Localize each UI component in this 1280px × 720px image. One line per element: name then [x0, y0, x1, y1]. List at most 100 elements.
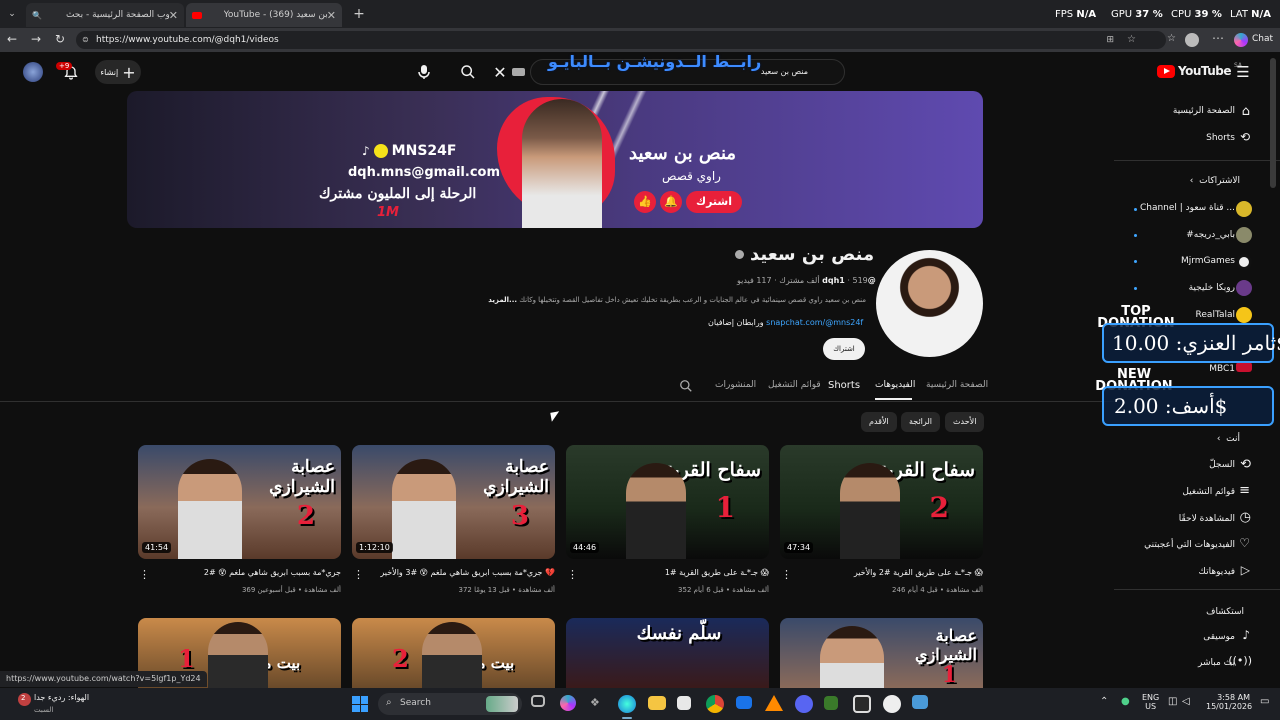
video-title[interactable]: جـ*ـة على طريق القرية #1 😱 — [665, 568, 769, 577]
video-thumbnail[interactable]: عصابة الشيرازي 1 — [780, 618, 983, 688]
split-screen-icon[interactable]: ⊞ — [1106, 31, 1114, 49]
site-info-icon[interactable]: ⊜ — [82, 31, 89, 49]
edge-icon[interactable] — [618, 695, 636, 713]
create-button[interactable]: إنشاء + — [95, 60, 141, 84]
chip-oldest[interactable]: الأقدم — [861, 412, 897, 432]
minecraft-icon[interactable] — [824, 696, 838, 710]
chip-popular[interactable]: الرائجة — [901, 412, 940, 432]
url-field[interactable]: ⊜ https://www.youtube.com/@dqh1/videos ☆… — [76, 31, 1166, 49]
subscription-item[interactable]: Channel | قناة سعود ... — [1140, 203, 1235, 213]
channel-description[interactable]: منص بن سعيد راوي قصص سينمائية في عالم ال… — [465, 296, 866, 304]
close-tab-icon[interactable]: ✕ — [169, 9, 178, 22]
favorite-icon[interactable]: ☆ — [1127, 31, 1136, 49]
video-title[interactable]: جري*مة بسبب ابريق شاهي ملغم 😵 #3 والأخير… — [380, 568, 555, 577]
clock[interactable]: 3:58 AM 15/01/2026 — [1206, 693, 1252, 711]
tab-shorts[interactable]: Shorts — [828, 380, 860, 391]
tray-chevron-icon[interactable]: ⌃ — [1100, 696, 1108, 707]
obs-icon[interactable] — [912, 695, 928, 709]
channel-name: منص بن سعيد — [750, 244, 875, 265]
back-icon[interactable]: ← — [7, 32, 17, 46]
network-icon[interactable]: ◫ — [1168, 696, 1177, 707]
search-button[interactable] — [455, 61, 481, 83]
mail-icon[interactable] — [736, 696, 752, 709]
video-age: قبل أسبوعين — [257, 586, 296, 594]
chat-label[interactable]: Chat — [1252, 34, 1273, 44]
sidebar-item-your-videos[interactable]: فيديوهاتك — [1199, 567, 1235, 577]
copilot-icon[interactable] — [1234, 33, 1248, 47]
channel-search-icon[interactable] — [678, 378, 694, 394]
sidebar-item-liked[interactable]: الفيديوهات التي أعجبتني — [1144, 540, 1235, 550]
store-icon[interactable] — [677, 696, 691, 710]
browser-tab-1[interactable]: 🔍 يوتيوب الصفحة الرئيسية - بحث ✕ — [26, 3, 184, 27]
subscribe-button[interactable]: اشتراك — [823, 338, 865, 360]
task-view-icon[interactable] — [531, 695, 545, 707]
video-menu-icon[interactable]: ⋮ — [781, 568, 792, 581]
more-links[interactable]: ورابطان إضافيان — [708, 318, 764, 327]
video-thumbnail[interactable]: سفاح القرية 1 44:46 — [566, 445, 769, 559]
channel-avatar[interactable] — [876, 250, 983, 357]
subscription-item[interactable]: روبكا خليجية — [1189, 283, 1235, 293]
file-explorer-icon[interactable] — [648, 696, 666, 710]
video-thumbnail[interactable]: سفاح القرية 2 47:34 — [780, 445, 983, 559]
more-options-icon[interactable]: ⋯ — [1212, 31, 1224, 45]
tab-list-icon[interactable]: ⌄ — [4, 6, 20, 22]
description-more[interactable]: ...المزيد — [488, 296, 517, 304]
thumbnail-person — [178, 459, 242, 559]
video-menu-icon[interactable]: ⋮ — [353, 568, 364, 581]
you-heading[interactable]: ‹ أنت — [1217, 434, 1240, 444]
video-thumbnail[interactable]: سلّم نفسك — [566, 618, 769, 688]
collections-icon[interactable]: ☆ — [1167, 33, 1176, 44]
youtube-favicon-icon — [192, 11, 202, 19]
account-avatar[interactable] — [23, 62, 43, 82]
profile-avatar[interactable] — [1185, 33, 1199, 47]
video-thumbnail[interactable]: عصابة الشيرازي 3 1:12:10 — [352, 445, 555, 559]
chip-latest[interactable]: الأحدث — [945, 412, 985, 432]
video-menu-icon[interactable]: ⋮ — [567, 568, 578, 581]
sidebar-item-music[interactable]: موسيقى — [1203, 632, 1235, 642]
video-thumbnail[interactable]: بيت مفرح 2 — [352, 618, 555, 688]
mic-icon[interactable]: ● — [1121, 696, 1130, 707]
subscription-item[interactable]: RealTalal — [1196, 310, 1235, 320]
channel-link[interactable]: snapchat.com/@mns24f — [766, 318, 863, 327]
start-button[interactable] — [352, 696, 368, 712]
app-icon[interactable] — [765, 695, 783, 711]
widgets-icon[interactable]: ❖ — [590, 696, 604, 710]
subscriptions-heading[interactable]: ‹ الاشتراكات — [1190, 176, 1240, 186]
keyboard-icon[interactable] — [512, 68, 525, 76]
tab-posts[interactable]: المنشورات — [715, 380, 756, 390]
video-title[interactable]: جـ*ـة على طريق القرية #2 والأخير 😱 — [854, 568, 983, 577]
subscription-item[interactable]: MjrmGames — [1181, 256, 1235, 266]
tab-home[interactable]: الصفحة الرئيسية — [926, 380, 988, 390]
sidebar-item-watch-later[interactable]: المشاهدة لاحقًا — [1179, 514, 1235, 524]
notifications-icon[interactable]: ▭ — [1260, 696, 1269, 707]
game-icon[interactable] — [853, 695, 871, 713]
forward-icon[interactable]: → — [31, 32, 41, 46]
sidebar-item-history[interactable]: السجلّ — [1209, 460, 1235, 470]
subscription-item[interactable]: #بابي_دريجه — [1186, 230, 1235, 240]
voice-search-icon[interactable] — [413, 61, 435, 83]
video-menu-icon[interactable]: ⋮ — [139, 568, 150, 581]
tab-videos[interactable]: الفيديوهات — [875, 380, 915, 390]
taskbar-search[interactable]: ⌕ Search — [378, 693, 522, 715]
sidebar-item-home[interactable]: الصفحة الرئيسية — [1173, 106, 1235, 116]
video-title[interactable]: جري*مة بسبب ابريق شاهي ملغم 😵 #2 — [204, 568, 341, 577]
browser-tab-2[interactable]: YouTube - منص بن سعيد (369) ✕ — [186, 3, 342, 27]
discord-icon[interactable] — [795, 695, 813, 713]
github-icon[interactable] — [883, 695, 901, 713]
reload-icon[interactable]: ↻ — [55, 32, 65, 46]
language-indicator[interactable]: ENG US — [1142, 693, 1159, 711]
youtube-logo[interactable]: YouTube SA — [1157, 62, 1242, 78]
close-tab-icon[interactable]: ✕ — [327, 9, 336, 22]
sidebar-scrollbar[interactable] — [1270, 58, 1276, 188]
hamburger-menu-icon[interactable]: ☰ — [1234, 63, 1252, 81]
new-tab-button[interactable]: + — [350, 5, 368, 23]
sidebar-item-playlists[interactable]: قوائم التشغيل — [1182, 487, 1235, 497]
chrome-icon[interactable] — [706, 695, 724, 713]
sidebar-item-shorts[interactable]: Shorts — [1206, 133, 1235, 143]
clear-search-icon[interactable]: ✕ — [491, 61, 509, 83]
video-thumbnail[interactable]: عصابة الشيرازي 2 41:54 — [138, 445, 341, 559]
volume-icon[interactable]: ◁ — [1182, 696, 1190, 707]
tab-playlists[interactable]: قوائم التشغيل — [768, 380, 821, 390]
copilot-icon[interactable] — [560, 695, 576, 711]
subscription-item[interactable]: MBC1 — [1209, 364, 1235, 374]
